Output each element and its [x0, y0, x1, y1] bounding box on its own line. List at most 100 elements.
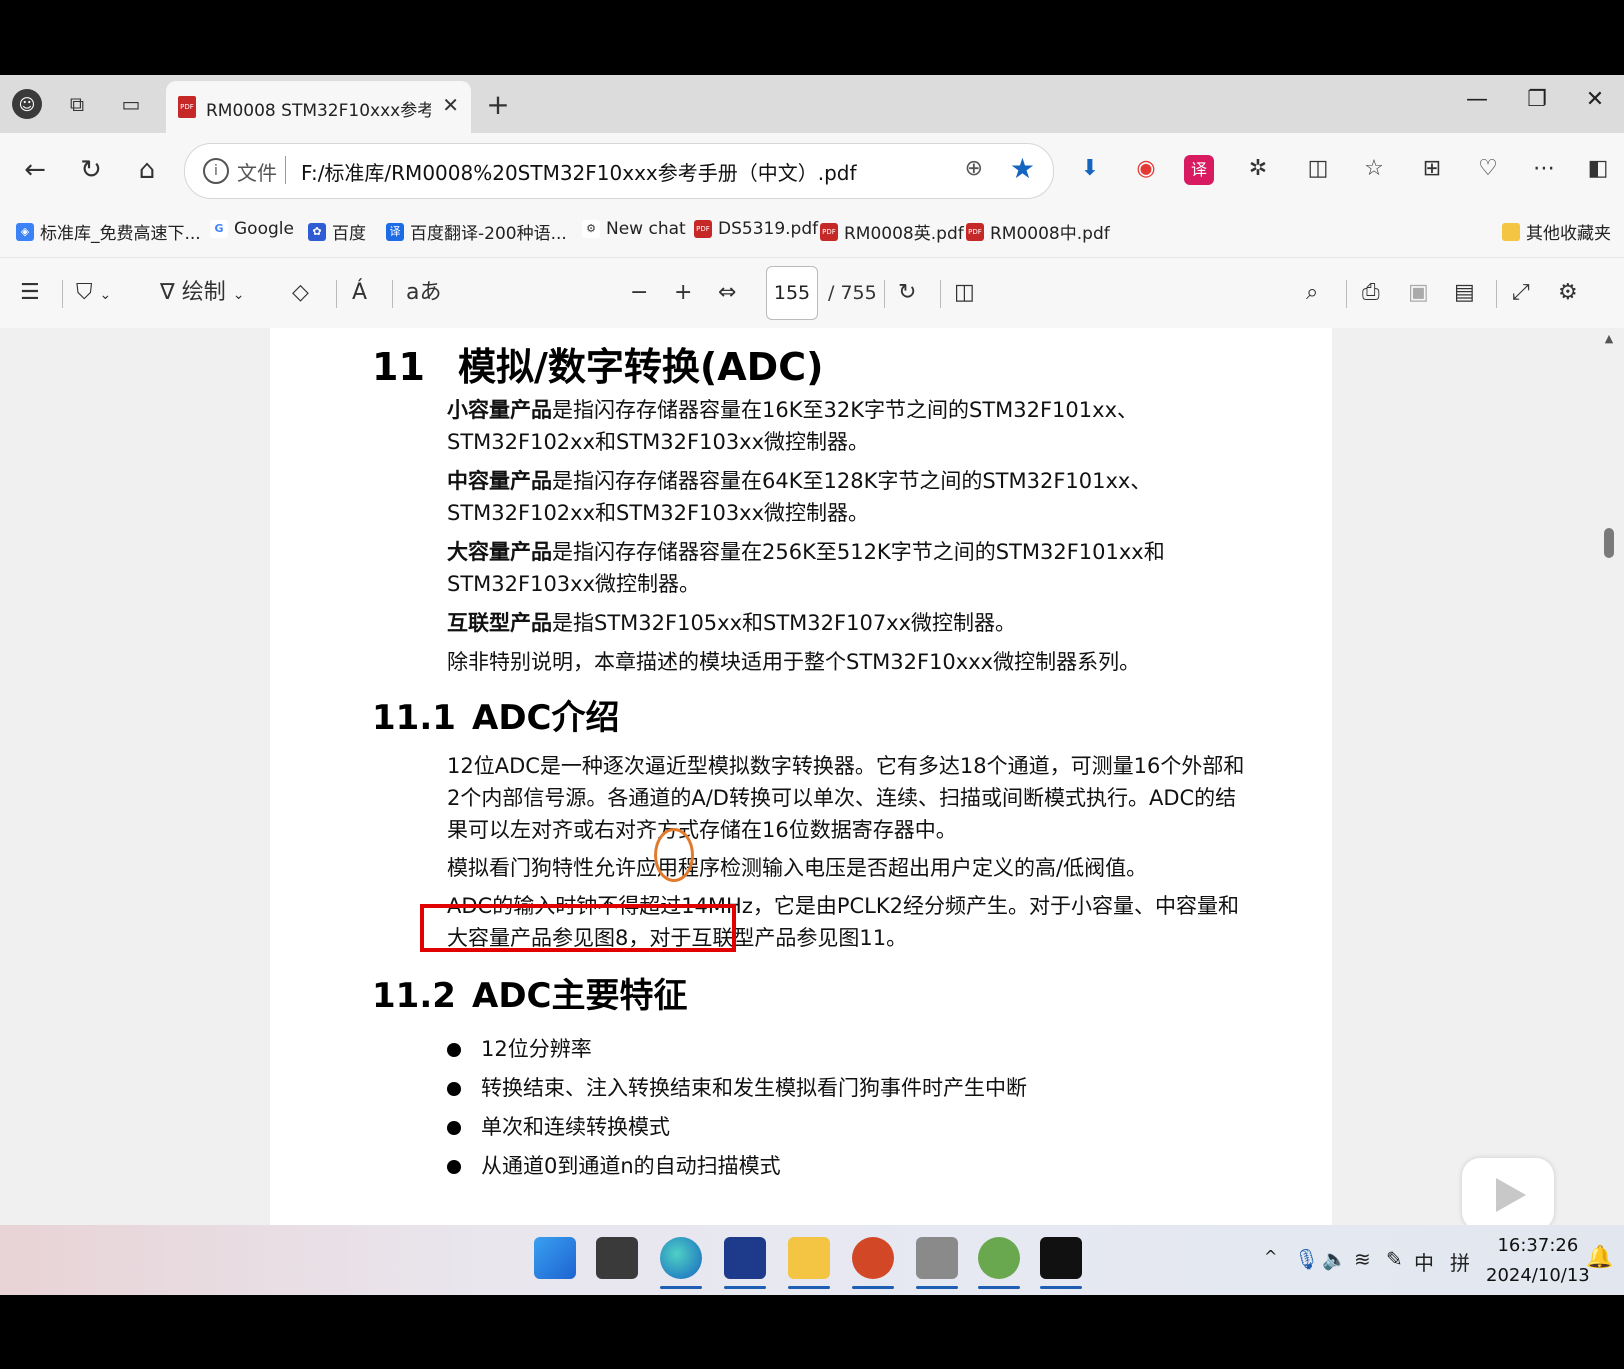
collections-icon[interactable]: ⊞	[1414, 151, 1450, 187]
download-icon[interactable]: ⬇	[1072, 151, 1108, 187]
term-bold: 中容量产品	[447, 469, 552, 493]
favorite-item[interactable]: PDF DS5319.pdf	[694, 219, 818, 239]
wifi-icon[interactable]: ≋	[1354, 1247, 1371, 1271]
url-text[interactable]: F:/标准库/RM0008%20STM32F10xxx参考手册（中文）.pdf	[301, 157, 857, 186]
feature-item: 从通道0到通道n的自动扫描模式	[447, 1150, 781, 1180]
translate-extension-icon[interactable]: 译	[1184, 155, 1214, 185]
read-aloud-icon[interactable]: Á	[352, 276, 367, 310]
workspaces-icon[interactable]: ⧉	[62, 89, 92, 119]
translate-icon[interactable]: aあ	[406, 276, 441, 310]
favorite-item[interactable]: 译百度翻译-200种语...	[386, 219, 567, 244]
toolbar-separator	[392, 280, 393, 308]
running-indicator	[660, 1286, 702, 1289]
highlight-icon[interactable]: ⛉ ⌄	[76, 276, 111, 310]
chevron-down-icon[interactable]: ⌄	[100, 287, 112, 303]
page-number-input[interactable]: 155	[766, 266, 818, 320]
microphone-icon[interactable]: 🎙	[1294, 1247, 1319, 1271]
clock-date: 2024/10/13	[1486, 1265, 1590, 1286]
zoom-icon[interactable]: ⊕	[965, 156, 983, 181]
contents-icon[interactable]: ☰	[20, 276, 40, 310]
favorite-item[interactable]: G Google	[210, 219, 294, 239]
eraser-icon[interactable]: ◇	[292, 276, 309, 310]
minimize-button[interactable]: —	[1462, 87, 1492, 112]
extensions-icon[interactable]: ✲	[1240, 151, 1276, 187]
toolbar-separator	[336, 280, 337, 308]
rotate-icon[interactable]: ↻	[898, 276, 916, 310]
favorite-item[interactable]: ⚙ New chat	[582, 219, 686, 239]
stock-app-icon[interactable]	[724, 1237, 766, 1289]
fullscreen-icon[interactable]: ⤢	[1512, 276, 1530, 310]
home-button[interactable]: ⌂	[130, 153, 164, 187]
tab-actions-icon[interactable]: ▭	[116, 89, 146, 119]
chevron-down-icon[interactable]: ⌄	[233, 287, 245, 303]
save-as-icon[interactable]: ▤	[1454, 276, 1475, 310]
search-icon[interactable]: ⌕	[1306, 276, 1318, 310]
notification-bell-icon[interactable]: 🔔	[1586, 1245, 1613, 1270]
favorite-label: 标准库_免费高速下...	[40, 224, 201, 244]
performance-icon[interactable]: ♡	[1470, 151, 1506, 187]
favorite-item[interactable]: ◈ 标准库_免费高速下...	[16, 219, 201, 244]
print-icon[interactable]: ⎙	[1362, 276, 1380, 310]
navigation-bar: ← ↻ ⌂ i 文件 F:/标准库/RM0008%20STM32F10xxx参考…	[0, 133, 1624, 207]
pdf-toolbar: ☰ ⛉ ⌄ ∇ 绘制 ⌄ ◇ Á aあ − + ⇔ 155 / 755 ↻ ◫…	[0, 257, 1624, 329]
favorite-star-icon[interactable]: ★	[1010, 152, 1035, 185]
toolbar-separator	[62, 280, 63, 308]
total-pages: / 755	[828, 282, 877, 304]
tab-strip: ☺ ⧉ ▭ PDF RM0008 STM32F10xxx参考手册（ ✕ + — …	[0, 75, 1624, 133]
zoom-out-button[interactable]: −	[630, 276, 648, 310]
favorites-bar: ◈ 标准库_免费高速下... G Google ✿ 百度 译百度翻译-200种语...…	[0, 207, 1624, 257]
draw-button[interactable]: ∇ 绘制 ⌄	[160, 276, 244, 310]
refresh-button[interactable]: ↻	[74, 153, 108, 187]
settings-gear-icon[interactable]: ⚙	[1558, 276, 1578, 310]
powerpoint-icon[interactable]	[852, 1237, 894, 1289]
address-bar[interactable]: i 文件 F:/标准库/RM0008%20STM32F10xxx参考手册（中文）…	[184, 143, 1054, 199]
scroll-up-arrow-icon[interactable]: ▲	[1602, 332, 1616, 345]
zoom-in-button[interactable]: +	[674, 276, 692, 310]
favorite-item[interactable]: ✿ 百度	[308, 219, 366, 244]
close-tab-icon[interactable]: ✕	[442, 93, 459, 117]
video-play-icon[interactable]	[1462, 1158, 1554, 1230]
start-windows-icon[interactable]	[534, 1237, 576, 1279]
system-clock[interactable]: 16:37:26 2024/10/13	[1486, 1231, 1590, 1291]
google-icon: G	[210, 220, 228, 238]
ime-language[interactable]: 中	[1414, 1247, 1434, 1276]
file-explorer-icon[interactable]	[788, 1237, 830, 1289]
restore-button[interactable]: ❐	[1522, 87, 1552, 112]
close-window-button[interactable]: ✕	[1580, 87, 1610, 112]
back-button[interactable]: ←	[18, 153, 52, 187]
info-icon[interactable]: i	[203, 158, 229, 184]
more-menu-icon[interactable]: ⋯	[1526, 151, 1562, 187]
cursor-highlight-ring	[654, 828, 694, 882]
save-icon[interactable]: ▣	[1408, 276, 1429, 310]
new-tab-button[interactable]: +	[483, 88, 513, 121]
calculator-icon[interactable]	[916, 1237, 958, 1289]
split-screen-icon[interactable]: ◫	[1300, 151, 1336, 187]
profile-avatar[interactable]: ☺	[12, 89, 42, 119]
favorite-item[interactable]: PDF RM0008英.pdf	[820, 219, 964, 244]
pen-icon[interactable]: ✎	[1386, 1247, 1403, 1271]
tab-active[interactable]: PDF RM0008 STM32F10xxx参考手册（ ✕	[166, 81, 471, 133]
paragraph-medium-capacity: 中容量产品是指闪存存储器容量在64K至128K字节之间的STM32F101xx、…	[447, 465, 1247, 529]
favorite-item[interactable]: PDF RM0008中.pdf	[966, 219, 1110, 244]
toolbar-separator	[1346, 280, 1347, 308]
other-favorites-folder[interactable]: ■ 其他收藏夹	[1502, 219, 1611, 244]
favorites-icon[interactable]: ☆	[1356, 151, 1392, 187]
task-view-icon[interactable]	[596, 1237, 638, 1279]
screen-recorder-icon[interactable]	[1040, 1237, 1082, 1289]
scrollbar-thumb[interactable]	[1604, 528, 1614, 558]
paragraph-text: 是指闪存存储器容量在64K至128K字节之间的STM32F101xx、STM32…	[447, 469, 1152, 525]
ime-mode[interactable]: 拼	[1450, 1247, 1470, 1276]
chevron-up-icon[interactable]: ^	[1264, 1247, 1277, 1266]
extension-circle-icon[interactable]: ◉	[1128, 151, 1164, 187]
volume-icon[interactable]: 🔈	[1322, 1247, 1347, 1271]
openai-icon: ⚙	[582, 220, 600, 238]
sidebar-toggle-icon[interactable]: ◧	[1580, 151, 1616, 187]
highlight-box	[420, 904, 736, 952]
paint-icon[interactable]	[978, 1237, 1020, 1289]
vertical-scrollbar[interactable]: ▲ ▼	[1602, 328, 1616, 1295]
edge-browser-icon[interactable]	[660, 1237, 702, 1289]
pdf-viewport[interactable]: 11 模拟/数字转换(ADC) 小容量产品是指闪存存储器容量在16K至32K字节之…	[0, 328, 1624, 1295]
feature-text: 转换结束、注入转换结束和发生模拟看门狗事件时产生中断	[481, 1076, 1027, 1100]
fit-width-icon[interactable]: ⇔	[718, 276, 736, 310]
page-view-icon[interactable]: ◫	[954, 276, 975, 310]
